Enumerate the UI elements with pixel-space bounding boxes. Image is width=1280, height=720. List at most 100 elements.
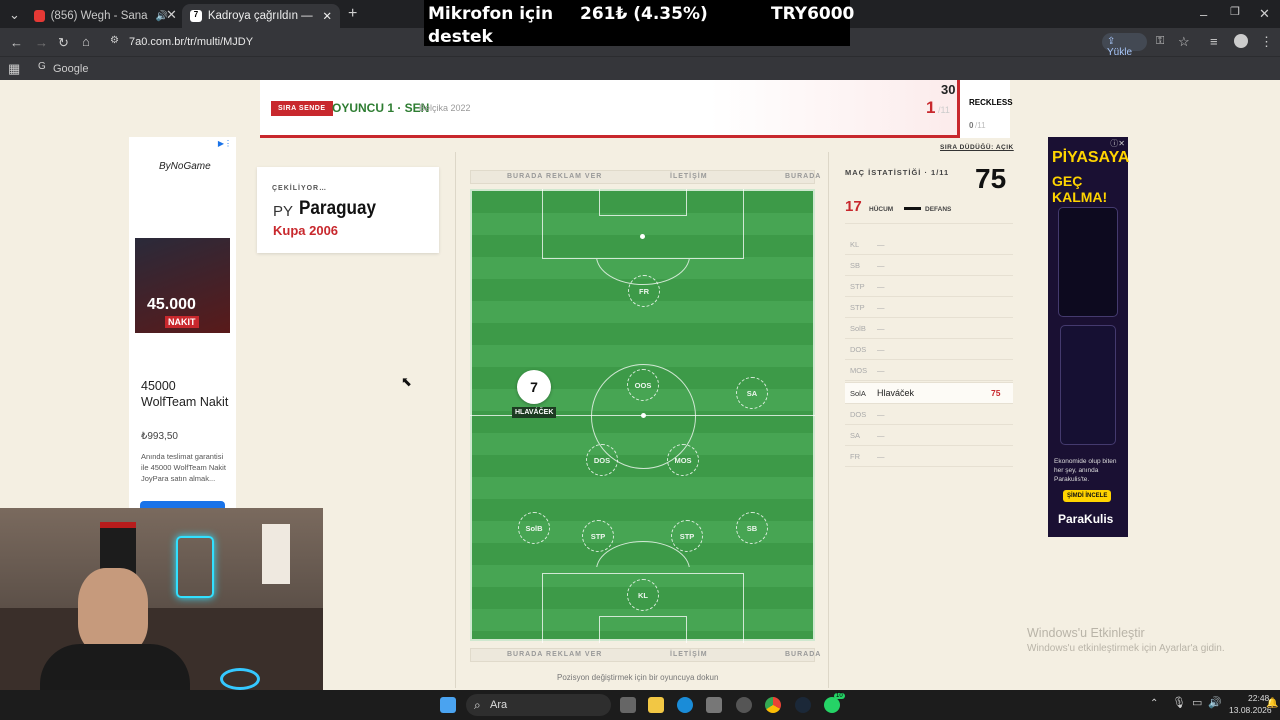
start-icon[interactable] <box>440 697 456 713</box>
left-advertisement[interactable]: ▶⋮ ByNoGame 45.000 NAKIT 45000 WolfTeam … <box>129 137 236 509</box>
url-text[interactable]: 7a0.com.br/tr/multi/MJDY <box>129 36 253 48</box>
home-icon[interactable]: ⌂ <box>82 35 90 48</box>
row-pos: KL <box>850 239 860 249</box>
network-icon[interactable]: ▭ <box>1192 698 1202 709</box>
defense-label: DEFANS <box>925 206 952 213</box>
notification-badge: 10 <box>834 693 845 699</box>
forward-icon[interactable]: → <box>35 36 48 49</box>
new-tab-icon[interactable]: + <box>348 6 357 22</box>
apps-grid-icon[interactable]: ▦ <box>8 62 20 75</box>
penalty-spot <box>640 234 645 239</box>
slot-sb[interactable]: SB <box>736 512 768 544</box>
row-pos: STP <box>850 302 865 312</box>
restore-icon[interactable]: ❐ <box>1230 7 1240 18</box>
row-pos: DOS <box>850 409 867 419</box>
upload-button[interactable]: ⇪ Yükle <box>1102 33 1147 58</box>
bookmark-google[interactable]: Google <box>53 63 88 75</box>
row-name: — <box>877 323 885 333</box>
tab-list-icon[interactable]: ⌄ <box>9 8 20 21</box>
slot-solb[interactable]: SolB <box>518 512 550 544</box>
ad-headline: PİYASAYA <box>1052 149 1130 166</box>
stat-row[interactable]: DOS — <box>845 404 1013 425</box>
pitch-stripe <box>472 477 813 499</box>
center-spot <box>641 413 646 418</box>
back-icon[interactable]: ← <box>10 36 23 49</box>
ad-banner-image[interactable]: 45.000 NAKIT <box>135 238 230 333</box>
slot-stp-right[interactable]: STP <box>671 520 703 552</box>
jersey-image <box>262 524 290 584</box>
slot-mos[interactable]: MOS <box>667 444 699 476</box>
score-total: /11 <box>938 105 950 115</box>
attack-label: HÜCUM <box>869 206 894 213</box>
whistle-toggle-link[interactable]: SIRA DÜDÜĞÜ: AÇIK <box>940 144 1014 151</box>
slot-stp-left[interactable]: STP <box>582 520 614 552</box>
store-icon[interactable] <box>706 697 722 713</box>
notifications-icon[interactable]: 🔔 <box>1266 699 1278 709</box>
file-explorer-icon[interactable] <box>648 697 664 713</box>
ad-body: Ekonomide olup biten her şey, anında Par… <box>1054 458 1117 483</box>
profile-avatar[interactable] <box>1234 34 1248 48</box>
slot-label: SB <box>746 523 758 533</box>
country-name: Paraguay <box>299 198 376 219</box>
player-token[interactable]: 7 <box>517 370 551 404</box>
ad-choices-icon[interactable]: ▶⋮ <box>218 139 232 148</box>
close-tab-icon[interactable]: ✕ <box>322 9 332 23</box>
whatsapp-icon[interactable] <box>824 697 840 713</box>
goal-box-top <box>599 189 687 216</box>
ad-strip-bottom[interactable]: BURADA REKLAM VER İLETİŞİM BURADA <box>470 648 820 662</box>
app-icon[interactable] <box>736 697 752 713</box>
player-number: 7 <box>530 379 538 395</box>
taskbar-search[interactable]: ⌕ Ara <box>466 694 611 716</box>
stat-row-filled[interactable]: SolA Hlaváček 75 <box>845 382 1013 404</box>
row-pos: SA <box>850 430 861 440</box>
ad-title[interactable]: 45000 WolfTeam Nakit <box>141 378 231 410</box>
football-pitch[interactable]: FR OOS SA DOS MOS SolB STP STP SB KL 7 H… <box>470 189 815 643</box>
stat-row[interactable]: DOS — <box>845 339 1013 360</box>
edge-icon[interactable] <box>677 697 693 713</box>
ad-cta-button[interactable]: ŞİMDİ İNCELE <box>1063 490 1112 502</box>
microphone-icon[interactable]: 🎙 <box>1172 698 1186 709</box>
reading-list-icon[interactable]: ≡ <box>1210 35 1218 48</box>
site-favicon-icon: 7 <box>190 10 202 22</box>
score-main: 1 <box>926 98 936 117</box>
slot-sa[interactable]: SA <box>736 377 768 409</box>
menu-kebab-icon[interactable]: ⋮ <box>1260 35 1273 48</box>
chrome-icon[interactable] <box>765 697 781 713</box>
bookmark-star-icon[interactable]: ☆ <box>1178 35 1190 48</box>
stat-row[interactable]: SA — <box>845 425 1013 446</box>
reload-icon[interactable]: ↻ <box>58 36 69 49</box>
attack-value: 17 <box>845 198 862 215</box>
stat-row[interactable]: MOS — <box>845 360 1013 381</box>
password-key-icon[interactable]: ⚿ <box>1156 36 1164 47</box>
row-pos: MOS <box>850 365 868 375</box>
slot-dos[interactable]: DOS <box>586 444 618 476</box>
stat-row[interactable]: STP — <box>845 297 1013 318</box>
stat-row[interactable]: SolB — <box>845 318 1013 339</box>
tab-game[interactable]: 7 Kadroya çağrıldın — 7 a 0'da 8 ✕ <box>182 4 340 28</box>
volume-icon[interactable]: 🔊 <box>1208 698 1222 709</box>
steam-icon[interactable] <box>795 697 811 713</box>
tray-chevron-icon[interactable]: ⌃ <box>1150 699 1158 709</box>
ad-close-icon[interactable]: ⓘ✕ <box>1110 138 1125 149</box>
right-advertisement[interactable]: ⓘ✕ PİYASAYA GEÇ KALMA! Ekonomide olup bi… <box>1048 137 1130 537</box>
slot-kl[interactable]: KL <box>627 579 659 611</box>
stat-row[interactable]: SB — <box>845 255 1013 276</box>
task-view-icon[interactable] <box>620 697 636 713</box>
ad-brand-logo: ParaKulis <box>1058 512 1114 526</box>
close-window-icon[interactable]: ✕ <box>1259 7 1270 20</box>
tab-youtube[interactable]: (856) Wegh - Sana Vuruldum 🔊 <box>26 4 176 28</box>
ad-strip-top[interactable]: BURADA REKLAM VER İLETİŞİM BURADA <box>470 170 820 184</box>
ad-banner-sub: NAKIT <box>165 316 199 328</box>
stat-row[interactable]: KL — <box>845 234 1013 255</box>
close-tab-icon[interactable]: ✕ <box>166 8 177 21</box>
slot-fr[interactable]: FR <box>628 275 660 307</box>
site-info-icon[interactable]: ⚙ <box>110 36 119 46</box>
ad-headline-2: GEÇ KALMA! <box>1052 173 1108 205</box>
streamer-body <box>40 644 190 690</box>
cup-name: Kupa 2006 <box>273 223 339 238</box>
windows-taskbar: ⌕ Ara 10 ⌃ 🎙 ▭ 🔊 22:48 13.08.2026 🔔 <box>0 690 1280 720</box>
slot-oos[interactable]: OOS <box>627 369 659 401</box>
stat-row[interactable]: FR — <box>845 446 1013 467</box>
stat-row[interactable]: STP — <box>845 276 1013 297</box>
minimize-icon[interactable]: – <box>1200 8 1207 21</box>
